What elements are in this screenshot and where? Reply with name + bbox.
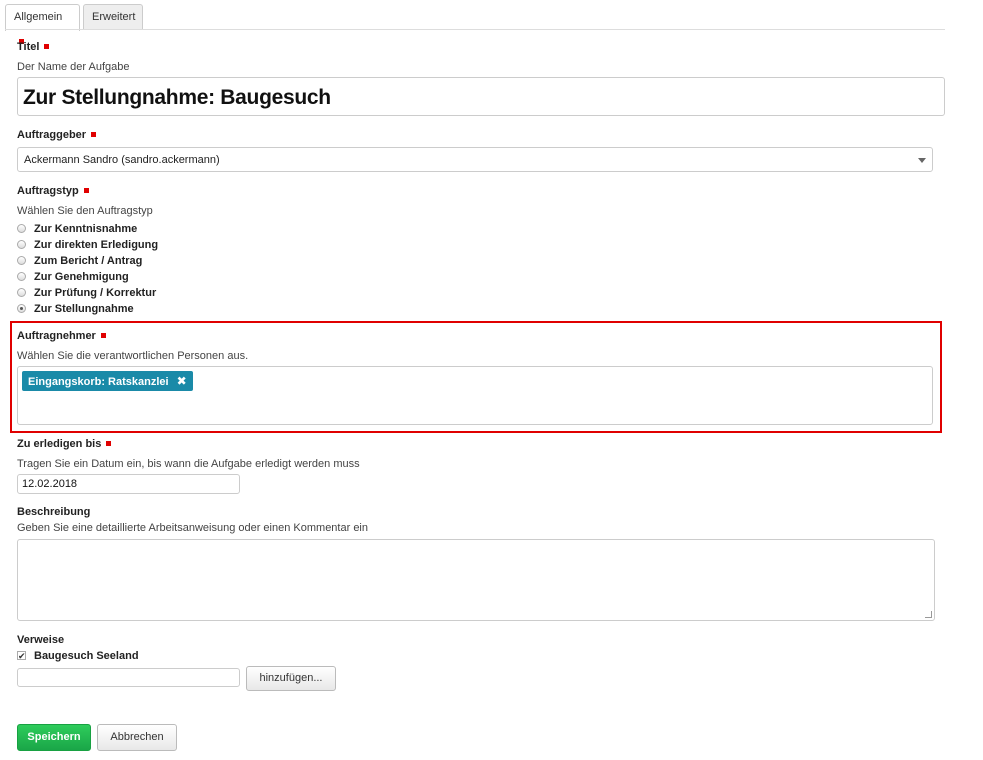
responsible-tag-input[interactable]: Eingangskorb: Ratskanzlei ✖ (17, 366, 933, 425)
radio-button[interactable] (17, 239, 26, 249)
radio-button[interactable] (17, 223, 26, 233)
radio-button-checked[interactable] (17, 303, 26, 313)
responsible-help: Wählen Sie die verantwortlichen Personen… (17, 350, 249, 362)
reference-search-input[interactable] (17, 668, 240, 687)
tab-allgemein[interactable]: Allgemein (5, 4, 80, 44)
radio-option-stellungnahme[interactable]: Zur Stellungnahme (17, 303, 134, 317)
deadline-date-input[interactable]: 12.02.2018 (17, 474, 240, 494)
tab-bar: Allgemein Erweitert (5, 4, 945, 44)
add-reference-button[interactable]: hinzufügen... (246, 666, 336, 691)
issuer-select[interactable]: Ackermann Sandro (sandro.ackermann) (17, 147, 933, 172)
checkbox-checked[interactable]: ✔ (17, 650, 26, 660)
responsible-tag: Eingangskorb: Ratskanzlei ✖ (22, 371, 193, 391)
issuer-select-value: Ackermann Sandro (sandro.ackermann) (24, 154, 220, 166)
radio-option-direkte-erledigung[interactable]: Zur direkten Erledigung (17, 239, 158, 253)
title-help: Der Name der Aufgabe (17, 61, 130, 73)
resize-handle-icon[interactable] (925, 611, 932, 618)
radio-option-pruefung-korrektur[interactable]: Zur Prüfung / Korrektur (17, 287, 156, 301)
deadline-help: Tragen Sie ein Datum ein, bis wann die A… (17, 458, 360, 470)
required-marker (91, 131, 97, 137)
deadline-label: Zu erledigen bis (17, 438, 112, 450)
radio-option-kenntnisnahme[interactable]: Zur Kenntnisnahme (17, 223, 137, 237)
description-help: Geben Sie eine detaillierte Arbeitsanwei… (17, 522, 368, 534)
tab-allgemein-label: Allgemein (14, 11, 63, 23)
task-type-help: Wählen Sie den Auftragstyp (17, 205, 153, 217)
references-label: Verweise (17, 634, 65, 646)
reference-item-label: Baugesuch Seeland (34, 650, 139, 662)
responsible-label: Auftragnehmer (17, 330, 106, 342)
description-label: Beschreibung (17, 506, 91, 518)
required-marker (44, 43, 50, 49)
description-textarea[interactable] (17, 539, 935, 621)
radio-button[interactable] (17, 271, 26, 281)
save-button[interactable]: Speichern (17, 724, 91, 751)
required-marker (83, 187, 89, 193)
issuer-label: Auftraggeber (17, 129, 97, 141)
radio-option-genehmigung[interactable]: Zur Genehmigung (17, 271, 129, 285)
required-marker (106, 440, 112, 446)
title-input[interactable]: Zur Stellungnahme: Baugesuch (17, 77, 945, 116)
reference-item[interactable]: ✔ Baugesuch Seeland (17, 650, 139, 662)
title-label: Titel (17, 41, 50, 53)
required-marker (100, 332, 106, 338)
radio-button[interactable] (17, 255, 26, 265)
task-type-label: Auftragstyp (17, 185, 89, 197)
cancel-button[interactable]: Abbrechen (97, 724, 177, 751)
radio-option-bericht-antrag[interactable]: Zum Bericht / Antrag (17, 255, 142, 269)
tab-divider (5, 29, 945, 30)
radio-button[interactable] (17, 287, 26, 297)
close-icon[interactable]: ✖ (177, 374, 187, 388)
responsible-tag-label: Eingangskorb: Ratskanzlei (28, 376, 169, 388)
chevron-down-icon (918, 158, 926, 163)
tab-erweitert-label: Erweitert (92, 11, 136, 23)
tab-erweitert[interactable]: Erweitert (83, 4, 143, 29)
